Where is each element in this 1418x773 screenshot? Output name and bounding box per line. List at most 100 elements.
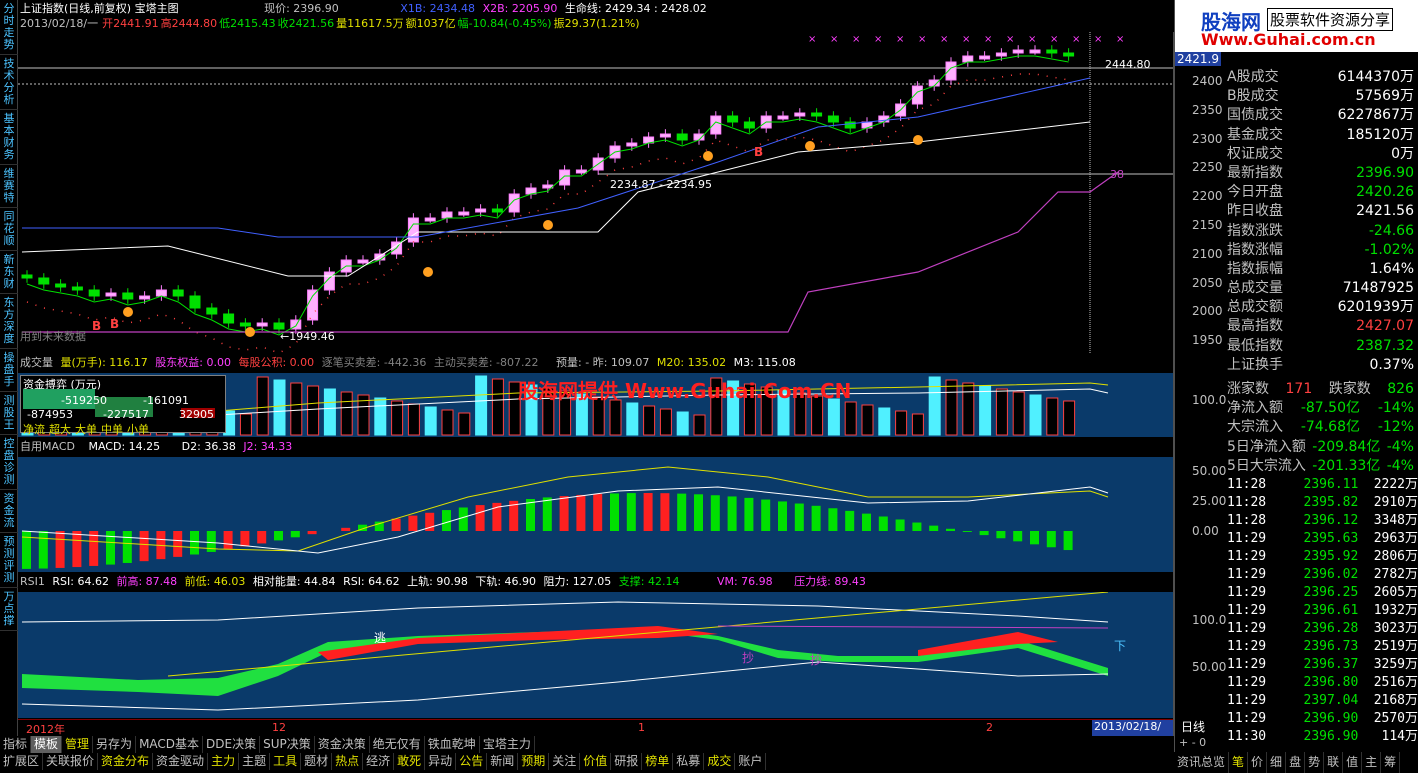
tab-价值[interactable]: 价值	[580, 753, 612, 770]
tab-资金驱动[interactable]: 资金驱动	[153, 753, 209, 770]
tab-研报[interactable]: 研报	[611, 753, 643, 770]
chart-area[interactable]: 上证指数(日线,前复权) 宝塔主图 现价: 2396.90 X1B: 2434.…	[18, 0, 1173, 749]
tick-cell-1: 2397.04	[1303, 693, 1359, 708]
left-nav-item-12[interactable]: 万点撑	[0, 588, 18, 631]
tab-主题[interactable]: 主题	[239, 753, 271, 770]
tab-宝塔主力[interactable]: 宝塔主力	[480, 736, 535, 753]
rsi-res: 阻力: 127.05	[543, 575, 612, 588]
left-nav-item-9[interactable]: 控盘诊测	[0, 435, 18, 490]
left-nav-item-4[interactable]: 同花顺	[0, 208, 18, 251]
tick-cell-2: 2222万	[1373, 477, 1418, 492]
candle-body	[1063, 52, 1075, 57]
tick-cell-2: 2605万	[1373, 585, 1418, 600]
tab-关注[interactable]: 关注	[549, 753, 581, 770]
left-nav-item-2[interactable]: 基本财务	[0, 110, 18, 165]
tab-主[interactable]: 主	[1362, 752, 1382, 773]
tab-铁血乾坤[interactable]: 铁血乾坤	[425, 736, 480, 753]
left-nav-item-0[interactable]: 分时走势	[0, 0, 18, 55]
x-mark: ×	[1116, 34, 1124, 45]
left-nav-item-10[interactable]: 资金流	[0, 490, 18, 533]
tab-经济[interactable]: 经济	[363, 753, 395, 770]
volume-bar	[239, 413, 252, 436]
tab-成交[interactable]: 成交	[704, 753, 736, 770]
price-chart[interactable]: × × × × × × × × × × × × × × × 2444.80 ←1949.46 2234.87 - …	[18, 32, 1173, 354]
tick-cell-1: 2396.37	[1303, 657, 1359, 672]
tab-账户[interactable]: 账户	[735, 753, 767, 770]
volume-l1: 量(万手): 116.17	[60, 356, 148, 369]
tab-资金决策[interactable]: 资金决策	[315, 736, 370, 753]
left-nav-item-11[interactable]: 预测评测	[0, 533, 18, 588]
period-label[interactable]: 日线	[1181, 718, 1205, 735]
tick-row: 11:29 2396.02 2782万	[1175, 566, 1418, 584]
tab-价[interactable]: 价	[1248, 752, 1268, 773]
volume-bar	[844, 401, 857, 436]
left-nav-item-8[interactable]: 测股王	[0, 392, 18, 435]
tab-笔[interactable]: 笔	[1229, 752, 1249, 773]
tab-联[interactable]: 联	[1324, 752, 1344, 773]
tab-工具[interactable]: 工具	[270, 753, 302, 770]
tab-管理[interactable]: 管理	[62, 736, 94, 753]
x-mark: ×	[808, 34, 816, 45]
tab-私募[interactable]: 私募	[673, 753, 705, 770]
tick-cell-2: 3348万	[1373, 513, 1418, 528]
tick-cell-2: 2806万	[1373, 549, 1418, 564]
x-label-dec: 12	[272, 721, 286, 734]
tab-MACD基本[interactable]: MACD基本	[136, 736, 204, 753]
tab-盘[interactable]: 盘	[1286, 752, 1306, 773]
tab-热点[interactable]: 热点	[332, 753, 364, 770]
tab-主力[interactable]: 主力	[208, 753, 240, 770]
macd-chart[interactable]	[18, 457, 1173, 572]
tab-绝无仅有[interactable]: 绝无仅有	[370, 736, 425, 753]
tab-SUP决策[interactable]: SUP决策	[260, 736, 315, 753]
tab-新闻[interactable]: 新闻	[487, 753, 519, 770]
tab-资金分布[interactable]: 资金分布	[98, 753, 154, 770]
tab-扩展区[interactable]: 扩展区	[0, 753, 44, 770]
rsi-chart[interactable]: 逃抄 抄 下	[18, 592, 1173, 718]
tab-另存为[interactable]: 另存为	[93, 736, 137, 753]
tick-cell-2: 2516万	[1373, 675, 1418, 690]
tab-势[interactable]: 势	[1305, 752, 1325, 773]
tick-cell-2: 2963万	[1373, 531, 1418, 546]
tab-DDE决策[interactable]: DDE决策	[203, 736, 261, 753]
price-axis-label: 2400	[1192, 74, 1223, 88]
candle-body	[962, 55, 974, 63]
tab-敢死[interactable]: 敢死	[394, 753, 426, 770]
left-nav-item-3[interactable]: 维赛特	[0, 165, 18, 208]
tick-cell-0: 11:29	[1227, 585, 1267, 600]
left-nav-item-6[interactable]: 东方深度	[0, 294, 18, 349]
tab-公告[interactable]: 公告	[456, 753, 488, 770]
tab-预期[interactable]: 预期	[518, 753, 550, 770]
tab-关联报价[interactable]: 关联报价	[43, 753, 99, 770]
fund-v2: -161091	[143, 394, 189, 407]
tab-榜单[interactable]: 榜单	[642, 753, 674, 770]
left-nav-item-7[interactable]: 操盘手	[0, 349, 18, 392]
ohlc-amp: 振29.37(1.21%)	[553, 17, 640, 30]
zoom-controls[interactable]: + - 0	[1179, 736, 1206, 749]
stat-value: -1.02%	[1364, 241, 1414, 258]
left-nav-item-5[interactable]: 新东财	[0, 251, 18, 294]
tab-指标[interactable]: 指标	[0, 736, 32, 753]
x2b-label: X2B: 2205.90	[482, 2, 558, 15]
x-axis: 2012年 12 1 2 2013/02/18/一	[18, 719, 1173, 749]
tick-cell-2: 2910万	[1373, 495, 1418, 510]
volume-bar	[827, 398, 840, 436]
signal-ball	[543, 220, 553, 230]
tab-题材[interactable]: 题材	[301, 753, 333, 770]
macd-bar	[576, 494, 586, 531]
tab-资讯总览[interactable]: 资讯总览	[1174, 752, 1230, 773]
tab-细[interactable]: 细	[1267, 752, 1287, 773]
macd-d2: D2: 36.38	[181, 440, 236, 453]
candle-body	[273, 322, 285, 330]
macd-bar	[542, 497, 552, 531]
macd-bar	[1013, 531, 1023, 542]
left-nav-item-1[interactable]: 技术分析	[0, 55, 18, 110]
tab-模板[interactable]: 模板	[31, 736, 63, 753]
candle-body	[139, 295, 151, 300]
tab-异动[interactable]: 异动	[425, 753, 457, 770]
tab-值[interactable]: 值	[1343, 752, 1363, 773]
current-price-tag-row: 2421.9	[1175, 52, 1418, 68]
tick-cell-1: 2396.25	[1303, 585, 1359, 600]
tab-筹[interactable]: 筹	[1381, 752, 1401, 773]
candle-body	[1012, 49, 1024, 54]
macd-bar	[122, 531, 132, 563]
